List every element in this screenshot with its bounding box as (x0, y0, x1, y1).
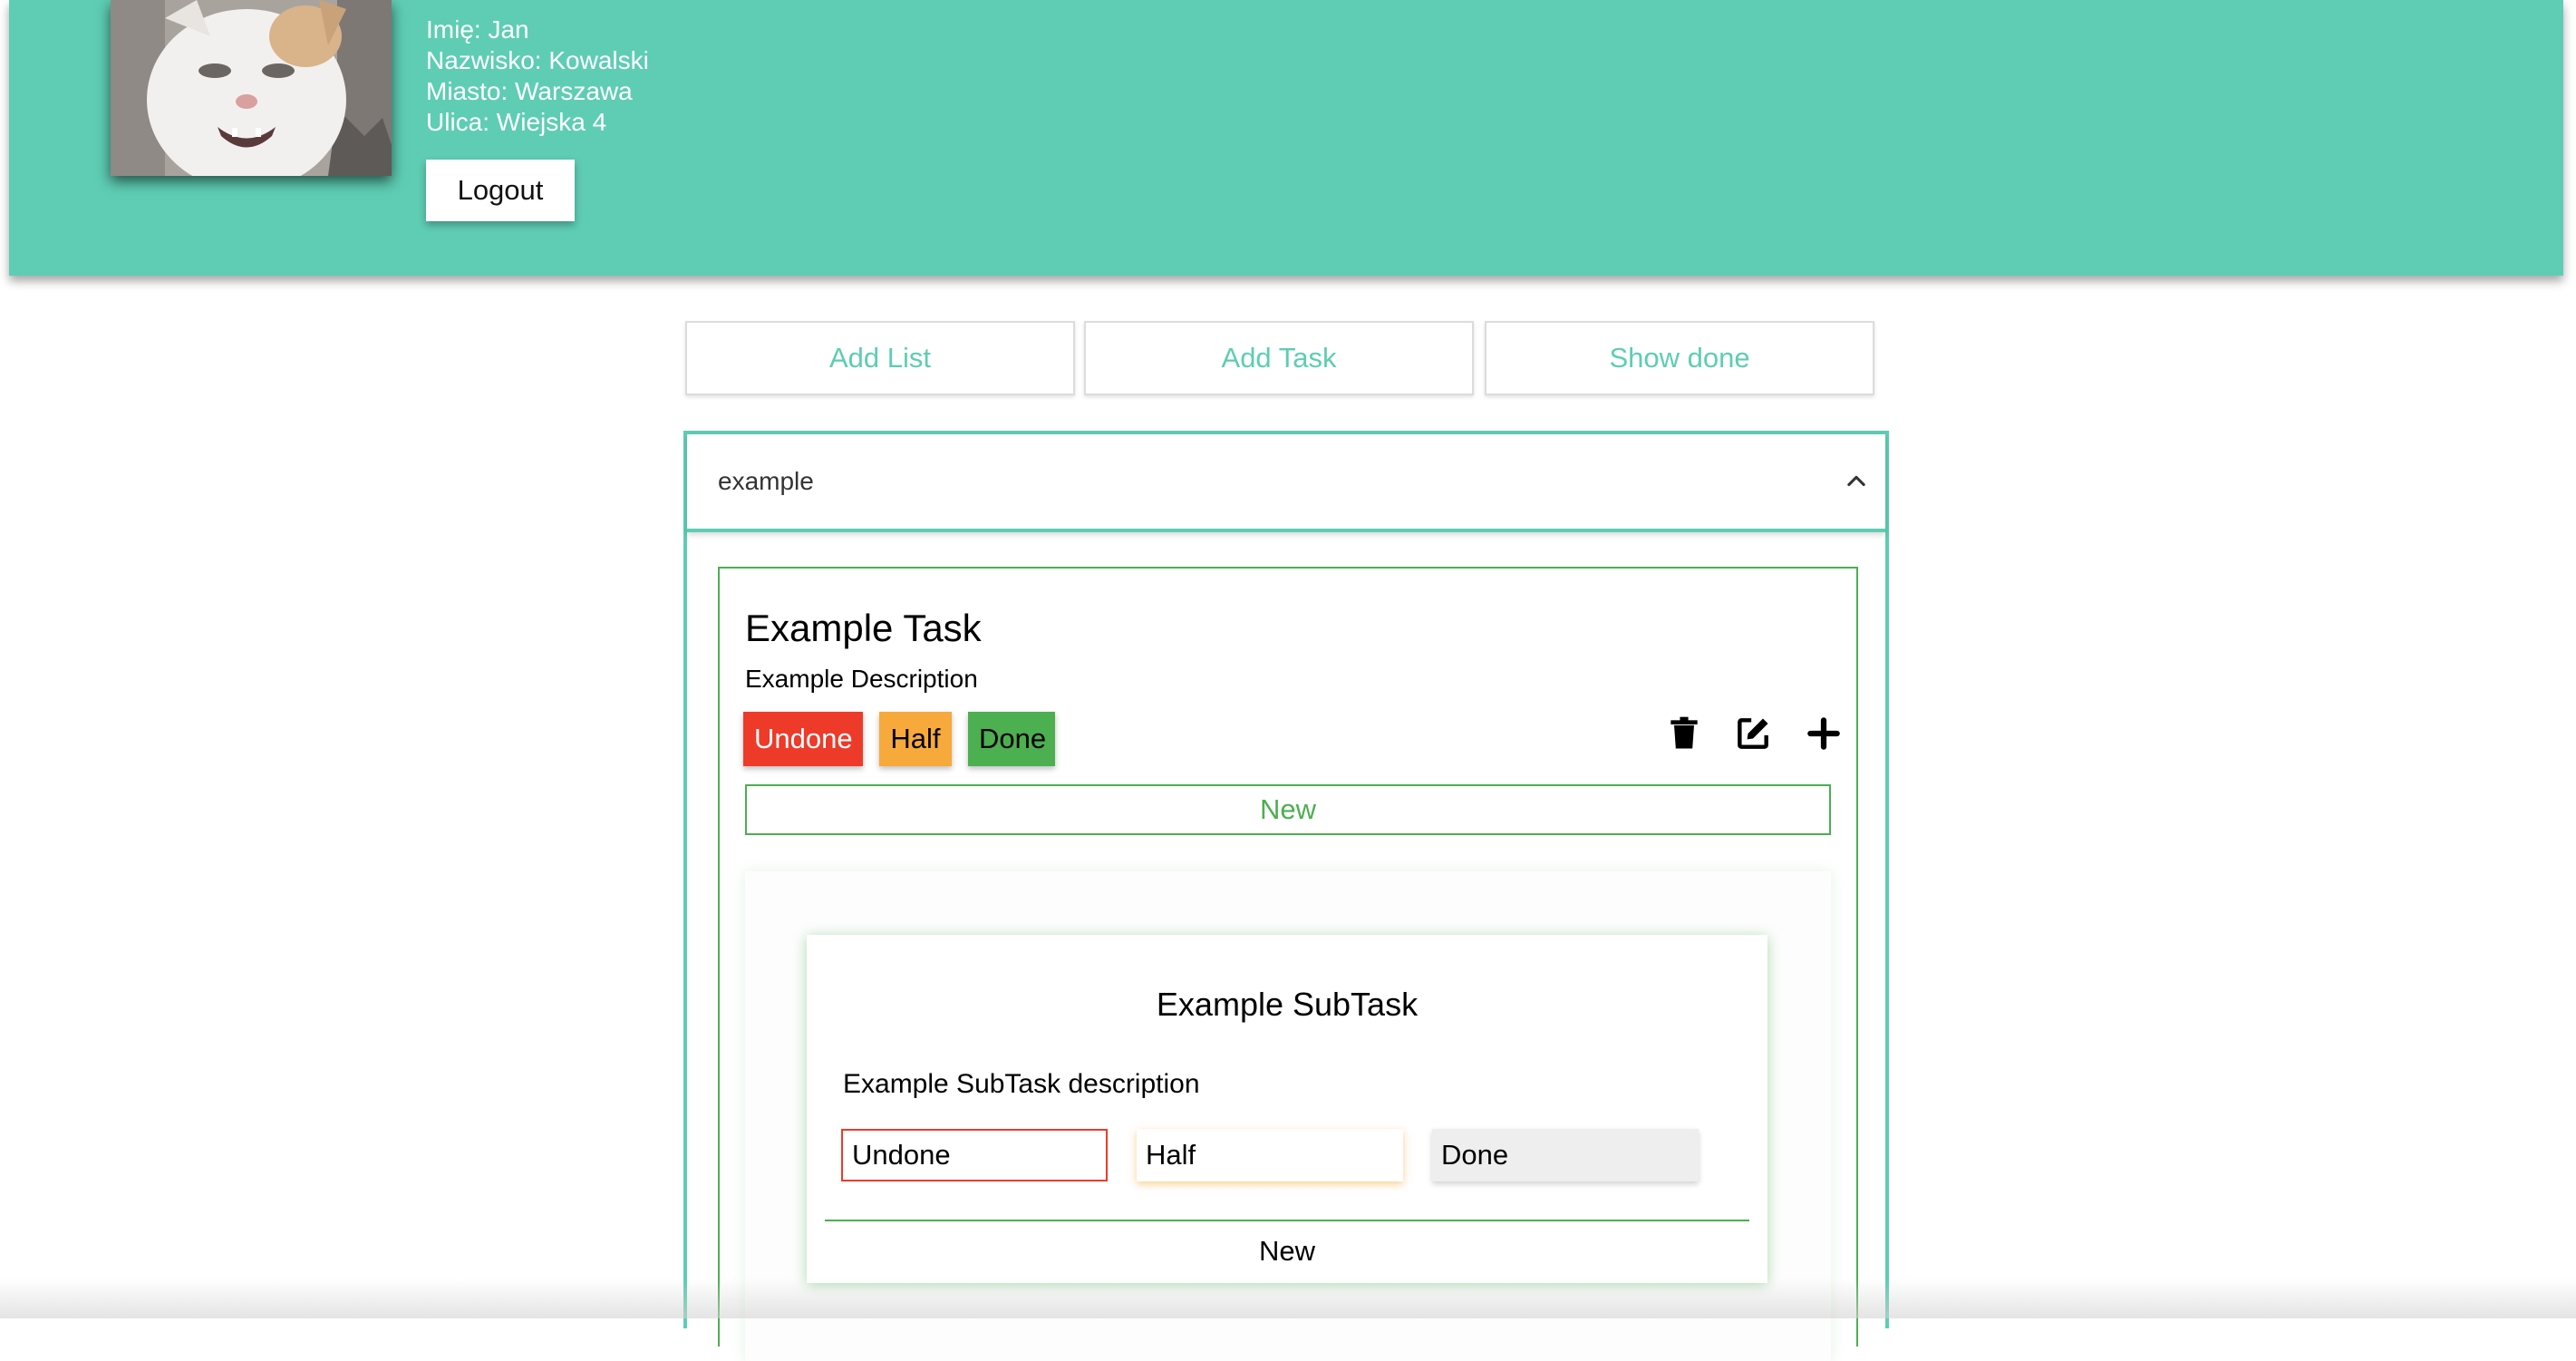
task-description: Example Description (745, 665, 978, 693)
subtask-new-button[interactable]: New (825, 1229, 1749, 1274)
status-done-button[interactable]: Done (968, 712, 1055, 766)
subtask-status-done-button[interactable]: Done (1432, 1129, 1699, 1181)
task-card: Example Task Example Description Undone … (718, 567, 1858, 1361)
user-city: Miasto: Warszawa (426, 77, 633, 105)
add-task-button[interactable]: Add Task (1084, 321, 1474, 395)
subtask-status-undone-button[interactable]: Undone (841, 1129, 1108, 1181)
status-undone-button[interactable]: Undone (743, 712, 863, 766)
list-title: example (718, 467, 814, 495)
subtask-description: Example SubTask description (843, 1069, 1200, 1099)
list-panel: example Example Task Example Description… (683, 431, 1889, 1361)
user-street: Ulica: Wiejska 4 (426, 108, 607, 136)
chevron-up-icon[interactable] (1844, 469, 1869, 494)
new-subtask-button[interactable]: New (745, 784, 1831, 835)
user-info: Imię: Jan Nazwisko: Kowalski Miasto: War… (426, 15, 649, 138)
plus-icon[interactable] (1804, 714, 1844, 753)
edit-icon[interactable] (1733, 714, 1773, 753)
divider (825, 1220, 1749, 1221)
status-half-button[interactable]: Half (879, 712, 952, 766)
avatar (111, 0, 392, 176)
add-list-button[interactable]: Add List (685, 321, 1075, 395)
trash-icon[interactable] (1664, 714, 1704, 753)
user-last-name: Nazwisko: Kowalski (426, 46, 649, 74)
profile-header: Imię: Jan Nazwisko: Kowalski Miasto: War… (9, 0, 2563, 276)
logout-button[interactable]: Logout (426, 160, 575, 221)
subtask-status-half-button[interactable]: Half (1137, 1129, 1403, 1181)
subtask-area: Example SubTask Example SubTask descript… (745, 871, 1831, 1361)
user-first-name: Imię: Jan (426, 15, 529, 44)
task-title: Example Task (745, 607, 982, 649)
subtask-title: Example SubTask (1156, 986, 1419, 1023)
list-header[interactable]: example (687, 434, 1885, 532)
show-done-button[interactable]: Show done (1485, 321, 1874, 395)
subtask-card: Example SubTask Example SubTask descript… (807, 935, 1767, 1283)
